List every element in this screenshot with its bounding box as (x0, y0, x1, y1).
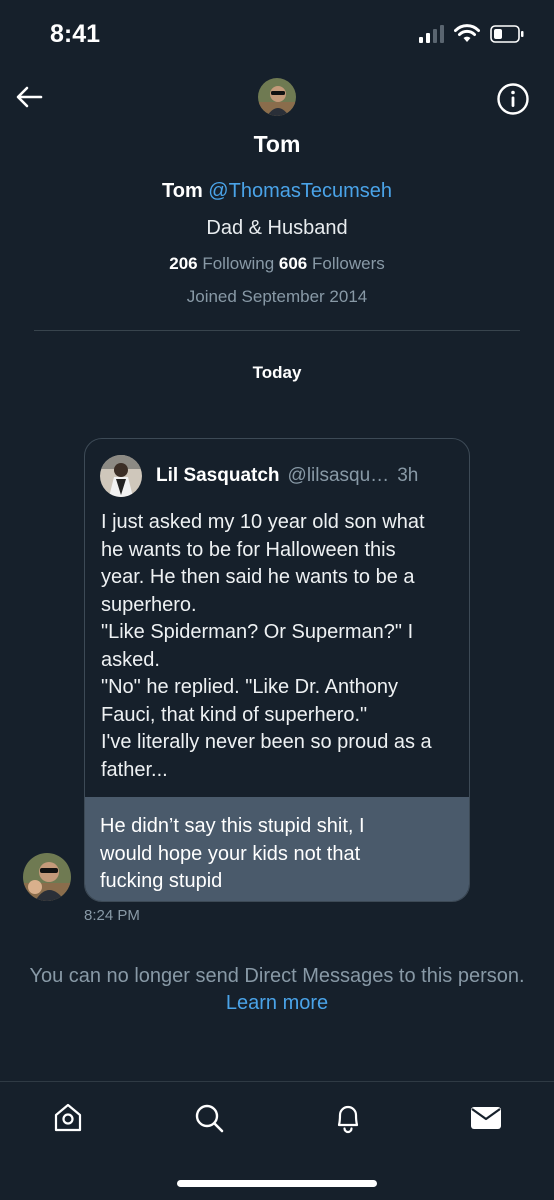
dm-conversation-screen: 8:41 Tom Tom @ThomasTecumseh Dad & Husba… (0, 0, 554, 1200)
home-icon (54, 1103, 82, 1132)
quoted-text-line: "No" he replied. "Like Dr. Anthony (101, 676, 399, 698)
day-separator: Today (252, 363, 302, 382)
sender-avatar[interactable] (23, 853, 71, 901)
message-timestamp: 8:24 PM (84, 907, 140, 924)
profile-name: Tom (162, 180, 203, 202)
quoted-text-line: I just asked my 10 year old son what (101, 511, 425, 533)
reply-text-line: fucking stupid (100, 870, 223, 892)
quoted-tweet-header: Lil Sasquatch @lilsasqu… 3h (100, 455, 454, 497)
tab-search[interactable] (191, 1100, 227, 1136)
notice-text: You can no longer send Direct Messages t… (29, 965, 525, 987)
quoted-tweet-age: 3h (397, 465, 419, 486)
quoted-text-line: asked. (101, 648, 160, 671)
quoted-text-line: he wants to be for Halloween this (101, 538, 396, 561)
header-name: Tom (253, 131, 301, 157)
conversation-info-button[interactable] (496, 82, 530, 116)
status-time: 8:41 (50, 20, 101, 48)
quoted-text-line: "Like Spiderman? Or Superman?" I (101, 621, 414, 643)
quoted-text-line: father... (101, 758, 168, 781)
wifi-icon (454, 24, 480, 42)
message-bubble[interactable]: Lil Sasquatch @lilsasqu… 3h I just asked… (84, 438, 470, 902)
followers-label[interactable]: Followers (312, 254, 385, 273)
profile-stats: 206 Following 606 Followers (0, 254, 554, 274)
learn-more-link[interactable]: Learn more (0, 990, 554, 1017)
quoted-tweet-text: I just asked my 10 year old son what he … (100, 509, 454, 784)
reply-text-line: He didn’t say this stupid shit, I (100, 815, 365, 837)
profile-bio: Dad & Husband (206, 217, 348, 239)
battery-icon (490, 25, 524, 43)
notifications-icon (337, 1105, 359, 1134)
status-icons (419, 24, 524, 44)
quoted-text-line: Fauci, that kind of superhero." (101, 703, 368, 726)
back-arrow-icon (16, 86, 43, 108)
home-indicator (177, 1180, 377, 1187)
quoted-author-avatar (100, 455, 142, 497)
quoted-text-line: superhero. (101, 593, 197, 616)
quoted-text-line: year. He then said he wants to be a (101, 566, 415, 588)
messages-icon (471, 1107, 501, 1129)
tab-notifications[interactable] (330, 1100, 366, 1136)
followers-count[interactable]: 606 (279, 254, 307, 273)
quoted-tweet[interactable]: Lil Sasquatch @lilsasqu… 3h I just asked… (85, 439, 469, 797)
cellular-signal-icon (419, 25, 444, 43)
reply-message-text: He didn’t say this stupid shit, I would … (85, 797, 469, 901)
header-avatar[interactable] (258, 78, 296, 116)
following-label[interactable]: Following (202, 254, 274, 273)
search-icon (195, 1104, 224, 1133)
quoted-author-handle: @lilsasqu… (287, 465, 390, 486)
quoted-text-line: I've literally never been so proud as a (101, 731, 432, 753)
reply-text-line: would hope your kids not that (100, 842, 361, 865)
tab-home[interactable] (50, 1100, 86, 1136)
following-count[interactable]: 206 (169, 254, 197, 273)
info-icon (497, 83, 529, 115)
profile-joined: Joined September 2014 (186, 287, 368, 306)
dm-restriction-notice: You can no longer send Direct Messages t… (0, 963, 554, 1017)
profile-name-line[interactable]: Tom @ThomasTecumseh (0, 180, 554, 203)
divider (34, 330, 520, 331)
tab-messages[interactable] (468, 1100, 504, 1136)
quoted-author-name: Lil Sasquatch (156, 465, 280, 486)
back-button[interactable] (12, 80, 46, 114)
profile-handle[interactable]: @ThomasTecumseh (208, 180, 392, 202)
